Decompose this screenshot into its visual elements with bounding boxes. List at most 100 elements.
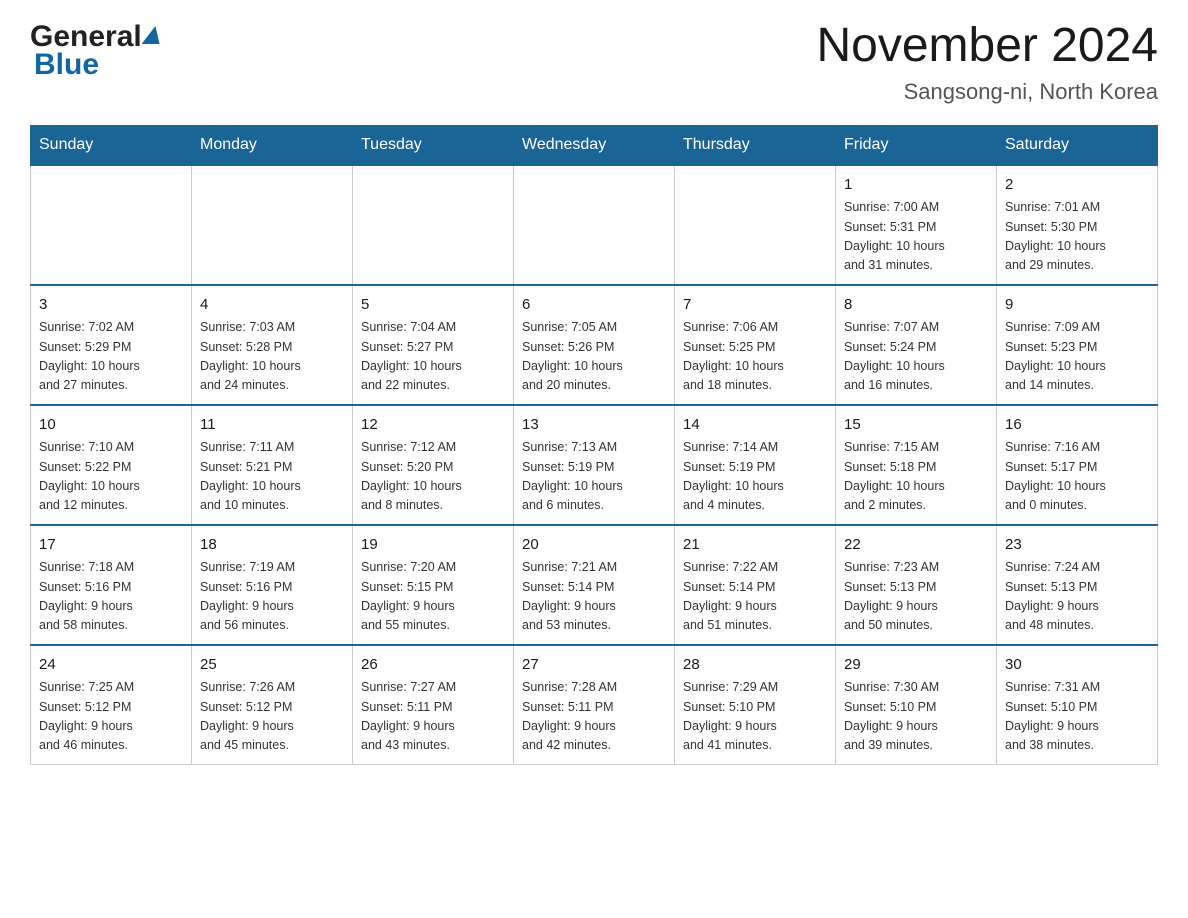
calendar-cell: 4Sunrise: 7:03 AM Sunset: 5:28 PM Daylig… <box>192 285 353 405</box>
week-row-4: 17Sunrise: 7:18 AM Sunset: 5:16 PM Dayli… <box>31 525 1158 645</box>
day-number: 2 <box>1005 174 1149 197</box>
day-info: Sunrise: 7:28 AM Sunset: 5:11 PM Dayligh… <box>522 678 666 756</box>
day-info: Sunrise: 7:16 AM Sunset: 5:17 PM Dayligh… <box>1005 438 1149 516</box>
day-number: 4 <box>200 294 344 317</box>
day-info: Sunrise: 7:29 AM Sunset: 5:10 PM Dayligh… <box>683 678 827 756</box>
calendar-cell: 24Sunrise: 7:25 AM Sunset: 5:12 PM Dayli… <box>31 645 192 765</box>
calendar-cell: 27Sunrise: 7:28 AM Sunset: 5:11 PM Dayli… <box>514 645 675 765</box>
calendar-cell <box>192 165 353 285</box>
calendar-cell <box>675 165 836 285</box>
day-number: 20 <box>522 534 666 557</box>
page-header: General Blue November 2024 Sangsong-ni, … <box>30 20 1158 105</box>
calendar-subtitle: Sangsong-ni, North Korea <box>816 79 1158 105</box>
day-info: Sunrise: 7:26 AM Sunset: 5:12 PM Dayligh… <box>200 678 344 756</box>
day-header-saturday: Saturday <box>997 125 1158 165</box>
calendar-table: SundayMondayTuesdayWednesdayThursdayFrid… <box>30 125 1158 765</box>
day-number: 9 <box>1005 294 1149 317</box>
day-number: 7 <box>683 294 827 317</box>
day-number: 30 <box>1005 654 1149 677</box>
calendar-cell: 14Sunrise: 7:14 AM Sunset: 5:19 PM Dayli… <box>675 405 836 525</box>
day-info: Sunrise: 7:14 AM Sunset: 5:19 PM Dayligh… <box>683 438 827 516</box>
day-number: 22 <box>844 534 988 557</box>
day-header-thursday: Thursday <box>675 125 836 165</box>
day-info: Sunrise: 7:23 AM Sunset: 5:13 PM Dayligh… <box>844 558 988 636</box>
day-number: 8 <box>844 294 988 317</box>
day-info: Sunrise: 7:15 AM Sunset: 5:18 PM Dayligh… <box>844 438 988 516</box>
calendar-cell: 7Sunrise: 7:06 AM Sunset: 5:25 PM Daylig… <box>675 285 836 405</box>
day-number: 12 <box>361 414 505 437</box>
calendar-cell: 5Sunrise: 7:04 AM Sunset: 5:27 PM Daylig… <box>353 285 514 405</box>
calendar-cell: 19Sunrise: 7:20 AM Sunset: 5:15 PM Dayli… <box>353 525 514 645</box>
day-number: 19 <box>361 534 505 557</box>
day-number: 3 <box>39 294 183 317</box>
day-info: Sunrise: 7:24 AM Sunset: 5:13 PM Dayligh… <box>1005 558 1149 636</box>
calendar-cell: 30Sunrise: 7:31 AM Sunset: 5:10 PM Dayli… <box>997 645 1158 765</box>
calendar-cell: 22Sunrise: 7:23 AM Sunset: 5:13 PM Dayli… <box>836 525 997 645</box>
calendar-header-row: SundayMondayTuesdayWednesdayThursdayFrid… <box>31 125 1158 165</box>
day-info: Sunrise: 7:07 AM Sunset: 5:24 PM Dayligh… <box>844 318 988 396</box>
day-info: Sunrise: 7:20 AM Sunset: 5:15 PM Dayligh… <box>361 558 505 636</box>
calendar-cell: 15Sunrise: 7:15 AM Sunset: 5:18 PM Dayli… <box>836 405 997 525</box>
calendar-cell: 16Sunrise: 7:16 AM Sunset: 5:17 PM Dayli… <box>997 405 1158 525</box>
day-info: Sunrise: 7:31 AM Sunset: 5:10 PM Dayligh… <box>1005 678 1149 756</box>
day-number: 17 <box>39 534 183 557</box>
day-number: 18 <box>200 534 344 557</box>
calendar-cell: 25Sunrise: 7:26 AM Sunset: 5:12 PM Dayli… <box>192 645 353 765</box>
calendar-cell: 10Sunrise: 7:10 AM Sunset: 5:22 PM Dayli… <box>31 405 192 525</box>
calendar-cell: 23Sunrise: 7:24 AM Sunset: 5:13 PM Dayli… <box>997 525 1158 645</box>
calendar-cell <box>353 165 514 285</box>
calendar-cell: 11Sunrise: 7:11 AM Sunset: 5:21 PM Dayli… <box>192 405 353 525</box>
calendar-cell <box>514 165 675 285</box>
day-number: 23 <box>1005 534 1149 557</box>
calendar-cell: 29Sunrise: 7:30 AM Sunset: 5:10 PM Dayli… <box>836 645 997 765</box>
calendar-cell: 1Sunrise: 7:00 AM Sunset: 5:31 PM Daylig… <box>836 165 997 285</box>
week-row-3: 10Sunrise: 7:10 AM Sunset: 5:22 PM Dayli… <box>31 405 1158 525</box>
day-number: 5 <box>361 294 505 317</box>
day-number: 24 <box>39 654 183 677</box>
day-info: Sunrise: 7:01 AM Sunset: 5:30 PM Dayligh… <box>1005 198 1149 276</box>
day-number: 25 <box>200 654 344 677</box>
day-info: Sunrise: 7:05 AM Sunset: 5:26 PM Dayligh… <box>522 318 666 396</box>
day-info: Sunrise: 7:00 AM Sunset: 5:31 PM Dayligh… <box>844 198 988 276</box>
day-header-wednesday: Wednesday <box>514 125 675 165</box>
logo: General Blue <box>30 20 162 82</box>
day-info: Sunrise: 7:12 AM Sunset: 5:20 PM Dayligh… <box>361 438 505 516</box>
day-info: Sunrise: 7:06 AM Sunset: 5:25 PM Dayligh… <box>683 318 827 396</box>
week-row-2: 3Sunrise: 7:02 AM Sunset: 5:29 PM Daylig… <box>31 285 1158 405</box>
calendar-cell: 6Sunrise: 7:05 AM Sunset: 5:26 PM Daylig… <box>514 285 675 405</box>
day-info: Sunrise: 7:30 AM Sunset: 5:10 PM Dayligh… <box>844 678 988 756</box>
day-number: 21 <box>683 534 827 557</box>
calendar-cell: 12Sunrise: 7:12 AM Sunset: 5:20 PM Dayli… <box>353 405 514 525</box>
day-info: Sunrise: 7:18 AM Sunset: 5:16 PM Dayligh… <box>39 558 183 636</box>
day-number: 15 <box>844 414 988 437</box>
logo-triangle-icon <box>141 26 164 44</box>
day-number: 26 <box>361 654 505 677</box>
day-info: Sunrise: 7:21 AM Sunset: 5:14 PM Dayligh… <box>522 558 666 636</box>
day-info: Sunrise: 7:25 AM Sunset: 5:12 PM Dayligh… <box>39 678 183 756</box>
day-header-tuesday: Tuesday <box>353 125 514 165</box>
calendar-cell: 20Sunrise: 7:21 AM Sunset: 5:14 PM Dayli… <box>514 525 675 645</box>
calendar-cell: 8Sunrise: 7:07 AM Sunset: 5:24 PM Daylig… <box>836 285 997 405</box>
calendar-cell <box>31 165 192 285</box>
day-header-friday: Friday <box>836 125 997 165</box>
day-number: 10 <box>39 414 183 437</box>
day-info: Sunrise: 7:19 AM Sunset: 5:16 PM Dayligh… <box>200 558 344 636</box>
calendar-cell: 13Sunrise: 7:13 AM Sunset: 5:19 PM Dayli… <box>514 405 675 525</box>
week-row-5: 24Sunrise: 7:25 AM Sunset: 5:12 PM Dayli… <box>31 645 1158 765</box>
calendar-cell: 26Sunrise: 7:27 AM Sunset: 5:11 PM Dayli… <box>353 645 514 765</box>
title-area: November 2024 Sangsong-ni, North Korea <box>816 20 1158 105</box>
day-number: 28 <box>683 654 827 677</box>
calendar-cell: 2Sunrise: 7:01 AM Sunset: 5:30 PM Daylig… <box>997 165 1158 285</box>
day-number: 29 <box>844 654 988 677</box>
day-info: Sunrise: 7:13 AM Sunset: 5:19 PM Dayligh… <box>522 438 666 516</box>
week-row-1: 1Sunrise: 7:00 AM Sunset: 5:31 PM Daylig… <box>31 165 1158 285</box>
day-header-sunday: Sunday <box>31 125 192 165</box>
calendar-cell: 9Sunrise: 7:09 AM Sunset: 5:23 PM Daylig… <box>997 285 1158 405</box>
day-info: Sunrise: 7:09 AM Sunset: 5:23 PM Dayligh… <box>1005 318 1149 396</box>
day-number: 14 <box>683 414 827 437</box>
day-number: 1 <box>844 174 988 197</box>
day-info: Sunrise: 7:11 AM Sunset: 5:21 PM Dayligh… <box>200 438 344 516</box>
day-info: Sunrise: 7:02 AM Sunset: 5:29 PM Dayligh… <box>39 318 183 396</box>
day-number: 6 <box>522 294 666 317</box>
day-info: Sunrise: 7:03 AM Sunset: 5:28 PM Dayligh… <box>200 318 344 396</box>
